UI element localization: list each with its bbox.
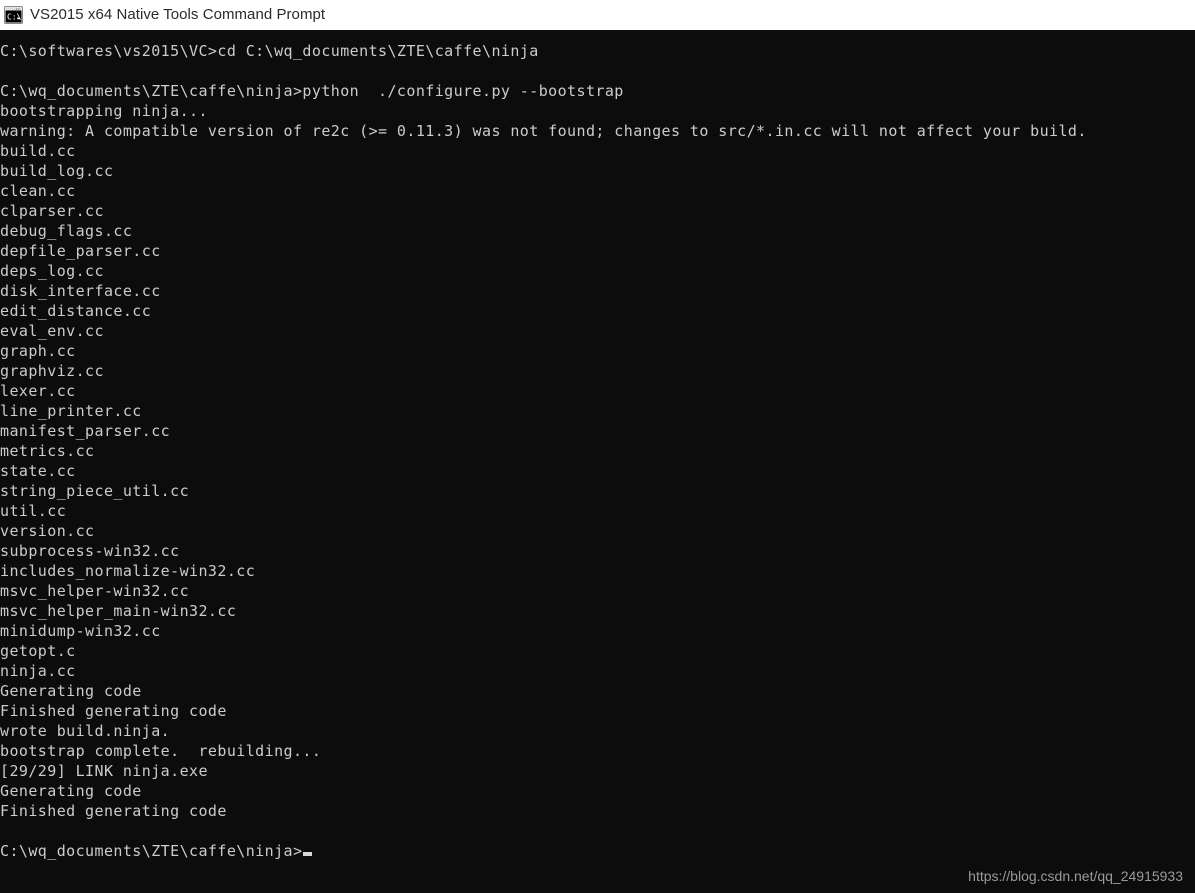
- window-titlebar[interactable]: C:\ VS2015 x64 Native Tools Command Prom…: [0, 0, 1195, 30]
- terminal-line: subprocess-win32.cc: [0, 542, 180, 560]
- terminal-line: msvc_helper_main-win32.cc: [0, 602, 237, 620]
- terminal-line: edit_distance.cc: [0, 302, 152, 320]
- terminal-line: [29/29] LINK ninja.exe: [0, 762, 208, 780]
- terminal-line: C:\softwares\vs2015\VC>cd C:\wq_document…: [0, 42, 539, 60]
- terminal-line: wrote build.ninja.: [0, 722, 171, 740]
- terminal-line: graphviz.cc: [0, 362, 104, 380]
- terminal-line: Finished generating code: [0, 802, 227, 820]
- text-cursor: [303, 852, 313, 856]
- terminal-line: line_printer.cc: [0, 402, 142, 420]
- terminal-line: includes_normalize-win32.cc: [0, 562, 256, 580]
- terminal-line: minidump-win32.cc: [0, 622, 161, 640]
- command-prompt-window: C:\ VS2015 x64 Native Tools Command Prom…: [0, 0, 1195, 893]
- terminal-line: version.cc: [0, 522, 95, 540]
- terminal-line: msvc_helper-win32.cc: [0, 582, 190, 600]
- window-title: VS2015 x64 Native Tools Command Prompt: [30, 6, 326, 23]
- terminal-lines: C:\softwares\vs2015\VC>cd C:\wq_document…: [0, 41, 1195, 861]
- terminal-line: bootstrapping ninja...: [0, 102, 208, 120]
- terminal-line: metrics.cc: [0, 442, 95, 460]
- terminal-line: eval_env.cc: [0, 322, 104, 340]
- terminal-line: debug_flags.cc: [0, 222, 133, 240]
- terminal-line: clparser.cc: [0, 202, 104, 220]
- terminal-line: clean.cc: [0, 182, 76, 200]
- terminal-line: build_log.cc: [0, 162, 114, 180]
- terminal-line: lexer.cc: [0, 382, 76, 400]
- prompt-text: C:\wq_documents\ZTE\caffe\ninja>: [0, 842, 303, 860]
- terminal-line: warning: A compatible version of re2c (>…: [0, 122, 1087, 140]
- terminal-line: graph.cc: [0, 342, 76, 360]
- terminal-line: depfile_parser.cc: [0, 242, 161, 260]
- terminal-line: util.cc: [0, 502, 67, 520]
- terminal-line: deps_log.cc: [0, 262, 104, 280]
- terminal-line: Generating code: [0, 682, 142, 700]
- console-cmd-icon: C:\: [4, 6, 23, 24]
- terminal-line: getopt.c: [0, 642, 76, 660]
- terminal-line: ninja.cc: [0, 662, 76, 680]
- terminal-prompt-line: C:\wq_documents\ZTE\caffe\ninja>: [0, 841, 1195, 861]
- terminal-line: Finished generating code: [0, 702, 227, 720]
- terminal-line: state.cc: [0, 462, 76, 480]
- terminal-line: manifest_parser.cc: [0, 422, 171, 440]
- terminal-line: Generating code: [0, 782, 142, 800]
- svg-text:C:\: C:\: [7, 12, 22, 21]
- terminal-line: disk_interface.cc: [0, 282, 161, 300]
- terminal-line: build.cc: [0, 142, 76, 160]
- terminal-line: bootstrap complete. rebuilding...: [0, 742, 322, 760]
- csdn-watermark: https://blog.csdn.net/qq_24915933: [968, 868, 1183, 884]
- terminal-line: C:\wq_documents\ZTE\caffe\ninja>python .…: [0, 82, 624, 100]
- terminal-output-area[interactable]: C:\softwares\vs2015\VC>cd C:\wq_document…: [0, 30, 1195, 893]
- terminal-line: string_piece_util.cc: [0, 482, 190, 500]
